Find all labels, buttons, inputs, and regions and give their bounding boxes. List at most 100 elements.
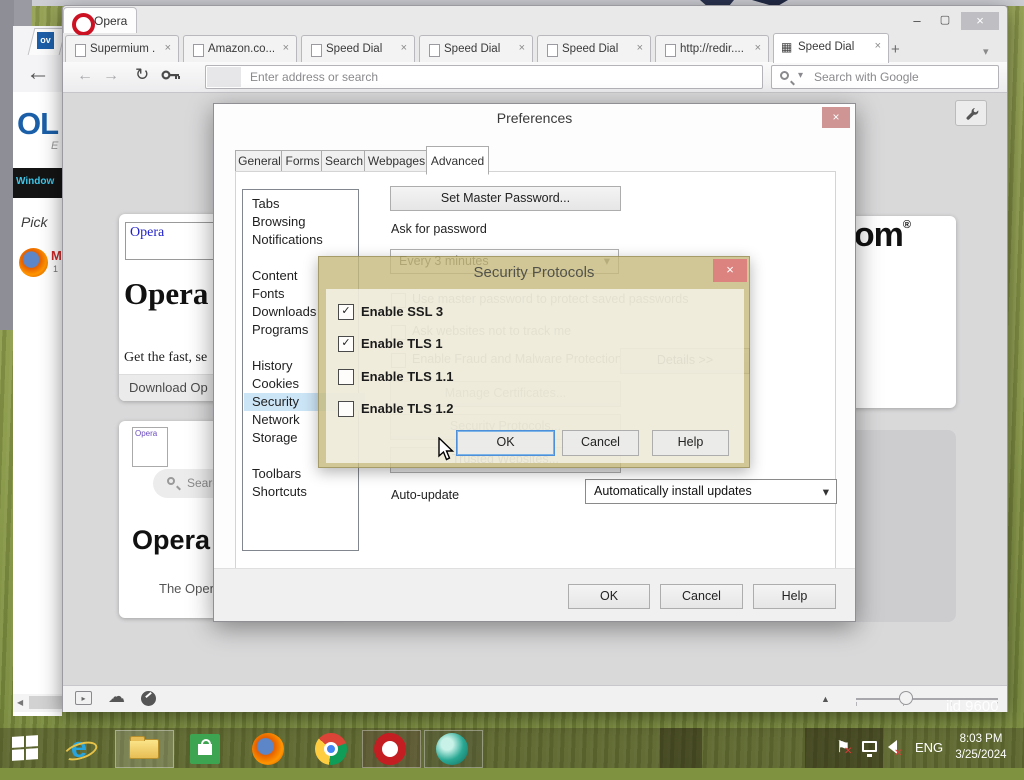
enable-tls11-checkbox[interactable] [338, 369, 354, 385]
chrome-icon[interactable] [315, 733, 347, 765]
tab-supermium[interactable]: Supermium ... × [65, 35, 179, 63]
opera-link-cloud-icon[interactable]: ☁ [108, 687, 125, 707]
registered-mark: ® [902, 219, 911, 231]
search-engine-chevron-icon[interactable]: ▾ [798, 70, 803, 81]
card-body-text: The Oper [159, 581, 214, 596]
dialog-body: ✓ Enable SSL 3 ✓ Enable TLS 1 Enable TLS… [326, 289, 744, 463]
tab-list-chevron-icon[interactable]: ▾ [983, 45, 989, 58]
address-favicon-well [207, 67, 241, 87]
maxthon-icon[interactable] [436, 733, 468, 765]
help-button[interactable]: Help [753, 584, 836, 609]
address-placeholder: Enter address or search [250, 70, 379, 84]
list-item-notifications[interactable]: Notifications [244, 231, 365, 249]
enable-tls12-checkbox[interactable] [338, 401, 354, 417]
action-center-flag-icon[interactable]: ⚑ ✕ [836, 737, 852, 777]
site-logo-fragment: OL [17, 106, 59, 141]
tab-close-icon[interactable]: × [519, 42, 525, 54]
opera-turbo-icon[interactable] [141, 691, 156, 706]
opera-menu-label: Opera [94, 14, 128, 28]
tab-label: Amazon.co... [208, 43, 274, 55]
card-body-text: Get the fast, se [124, 350, 208, 365]
firefox-icon[interactable] [252, 733, 284, 765]
tab-speed-dial-3[interactable]: Speed Dial × [537, 35, 651, 63]
cancel-button[interactable]: Cancel [562, 430, 639, 456]
new-tab-button[interactable]: + [891, 41, 900, 58]
clock-date: 3/25/2024 [955, 749, 1007, 761]
zoom-popup-icon[interactable]: ▲ [821, 694, 830, 704]
site-navbar: Window [13, 168, 62, 198]
search-icon [780, 71, 789, 80]
tab-close-icon[interactable]: × [875, 40, 881, 52]
list-item-tabs[interactable]: Tabs [244, 195, 365, 213]
network-icon[interactable] [862, 741, 877, 757]
key-icon[interactable] [161, 68, 181, 87]
tab-close-icon[interactable]: × [165, 42, 171, 54]
tab-amazon[interactable]: Amazon.co... × [183, 35, 297, 63]
zoom-slider-knob[interactable] [899, 691, 913, 705]
site-navbar-link[interactable]: Window [16, 176, 54, 187]
close-button[interactable]: × [961, 12, 999, 30]
zoom-tick [856, 702, 857, 706]
thumbnail-link: Opera [135, 429, 158, 438]
tab-close-icon[interactable]: × [401, 42, 407, 54]
speed-dial-card-amazon[interactable]: com® [844, 216, 956, 408]
windows-build-watermark: ild 9600 [946, 698, 999, 715]
help-button[interactable]: Help [652, 430, 729, 456]
speed-dial-card-empty[interactable] [844, 430, 956, 622]
tab-advanced[interactable]: Advanced [426, 146, 489, 175]
scrollbar-thumb[interactable] [29, 696, 62, 709]
back-button[interactable]: ← [77, 67, 93, 85]
internet-explorer-icon[interactable]: e [61, 734, 100, 765]
tab-label: Speed Dial [444, 43, 501, 55]
scroll-left-icon[interactable]: ◀ [17, 698, 23, 707]
volume-muted-icon[interactable]: ✕ [888, 740, 902, 759]
taskbar-shadow-patch [660, 728, 702, 768]
tab-close-icon[interactable]: × [283, 42, 289, 54]
language-indicator[interactable]: ENG [915, 740, 943, 780]
page-icon [547, 44, 558, 57]
enable-ssl3-checkbox[interactable]: ✓ [338, 304, 354, 320]
start-button[interactable] [12, 735, 38, 761]
tab-label: http://redir.... [680, 43, 744, 55]
clock[interactable]: 8:03 PM 3/25/2024 [948, 731, 1014, 771]
dialog-title: Security Protocols [473, 264, 595, 281]
mouse-cursor [438, 436, 455, 467]
speed-dial-grid-icon: ▦ [781, 40, 793, 54]
back-arrow-icon[interactable]: ← [26, 60, 50, 86]
list-item-shortcuts[interactable]: Shortcuts [244, 483, 365, 501]
tab-speed-dial-active[interactable]: ▦ Speed Dial × [773, 33, 889, 63]
tab-close-icon[interactable]: × [755, 42, 761, 54]
security-dialog-close-button[interactable]: × [713, 259, 747, 282]
wallpaper-left-edge [0, 0, 14, 330]
windows-store-icon[interactable] [190, 734, 220, 764]
site-link-fragment[interactable]: M [51, 248, 62, 263]
forward-button[interactable]: → [103, 67, 119, 85]
set-master-password-button[interactable]: Set Master Password... [390, 186, 621, 211]
speed-dial-settings-button[interactable] [955, 100, 987, 126]
opera-menu-button[interactable]: Opera [63, 7, 137, 36]
list-item-browsing[interactable]: Browsing [244, 213, 365, 231]
tab-redirect[interactable]: http://redir.... × [655, 35, 769, 63]
minimize-button[interactable]: – [906, 12, 928, 30]
tab-speed-dial-1[interactable]: Speed Dial × [301, 35, 415, 63]
file-explorer-icon[interactable] [129, 736, 159, 759]
cancel-button[interactable]: Cancel [660, 584, 743, 609]
opera-icon[interactable] [374, 733, 406, 765]
preferences-close-button[interactable]: × [822, 107, 850, 128]
ok-button[interactable]: OK [456, 430, 555, 456]
navigation-toolbar: ← → ↻ Enter address or search ▾ Search w… [63, 62, 1007, 93]
search-field[interactable]: ▾ Search with Google [771, 65, 999, 89]
enable-tls11-label: Enable TLS 1.1 [361, 369, 454, 384]
tab-label: Supermium ... [90, 43, 156, 55]
tab-close-icon[interactable]: × [637, 42, 643, 54]
maximize-button[interactable]: ▢ [934, 12, 956, 30]
ok-button[interactable]: OK [568, 584, 650, 609]
enable-tls1-checkbox[interactable]: ✓ [338, 336, 354, 352]
status-bar: ▸ ☁ ▲ [63, 685, 1007, 712]
panels-toggle-icon[interactable]: ▸ [75, 691, 92, 705]
reload-button[interactable]: ↻ [135, 65, 149, 85]
auto-update-select[interactable]: Automatically install updates [585, 479, 837, 504]
tab-speed-dial-2[interactable]: Speed Dial × [419, 35, 533, 63]
address-bar[interactable]: Enter address or search [205, 65, 763, 89]
thumbnail-link: Opera [130, 225, 165, 240]
